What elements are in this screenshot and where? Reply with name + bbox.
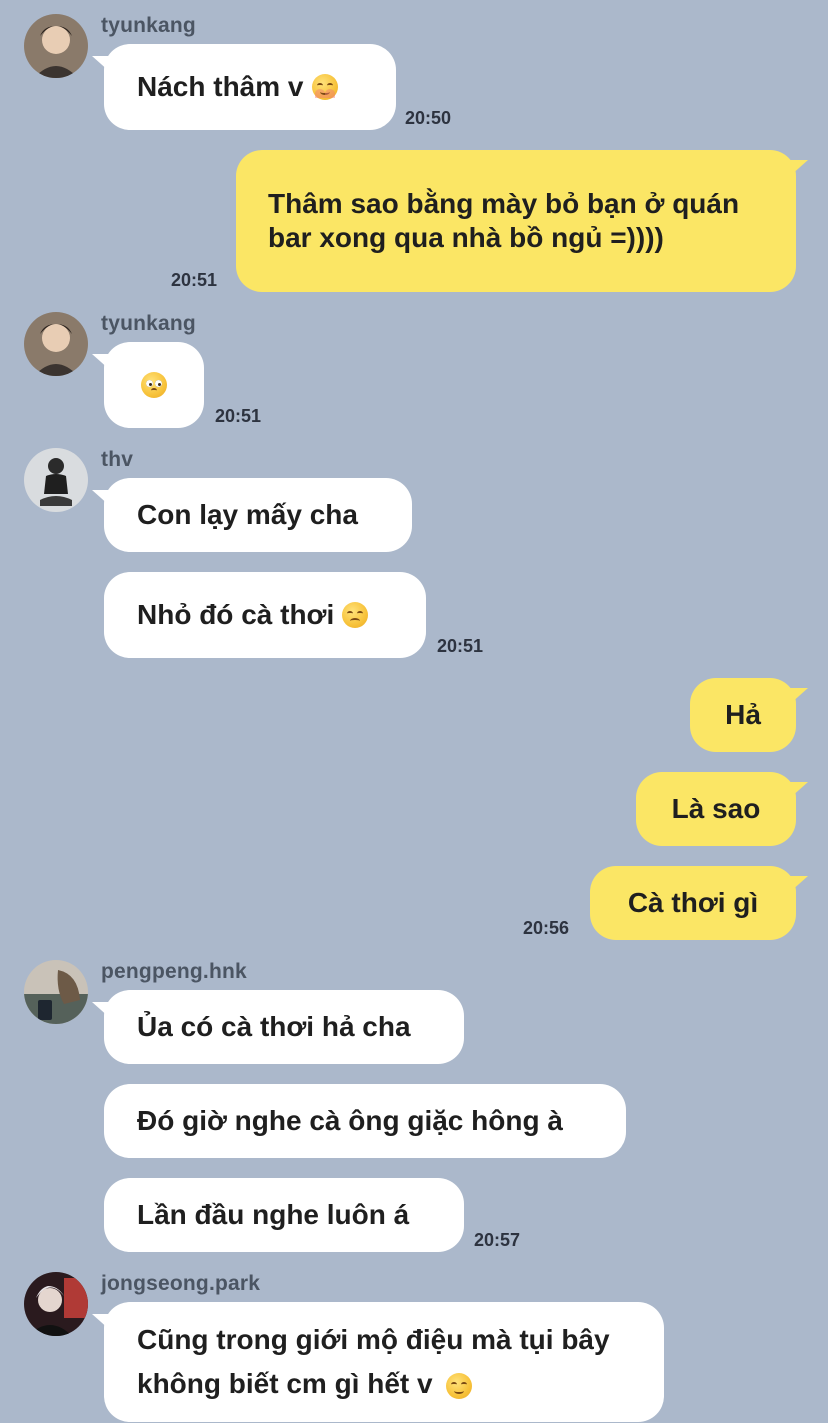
message-bubble[interactable]: Cà thơi gì bbox=[590, 866, 796, 940]
message-text: Cũng trong giới mộ điệu mà tụi bây không… bbox=[137, 1318, 617, 1406]
message-text: Nách thâm v bbox=[137, 71, 304, 102]
message-bubble[interactable]: Thâm sao bằng mày bỏ bạn ở quán bar xong… bbox=[236, 150, 796, 292]
message-time: 20:51 bbox=[437, 636, 484, 656]
sender-name: pengpeng.hnk bbox=[101, 960, 247, 983]
message-text-content: Cũng trong giới mộ điệu mà tụi bây không… bbox=[137, 1324, 610, 1399]
message-bubble[interactable]: Là sao bbox=[636, 772, 796, 846]
bubble-tail bbox=[790, 876, 808, 892]
tyunkang-avatar[interactable] bbox=[24, 312, 88, 376]
message-text: Đó giờ nghe cà ông giặc hông à bbox=[137, 1105, 563, 1136]
message-bubble[interactable] bbox=[104, 342, 204, 428]
message-text: Ủa có cà thơi hả cha bbox=[137, 1011, 411, 1042]
message-time: 20:51 bbox=[215, 406, 262, 426]
message-text: Con lạy mấy cha bbox=[137, 499, 358, 530]
message-text: Cà thơi gì bbox=[627, 887, 759, 918]
message-text: Là sao bbox=[671, 793, 761, 824]
message-time: 20:57 bbox=[474, 1230, 521, 1250]
chat-thread: tyunkang Nách thâm v 20:50 Thâm sao bằng… bbox=[0, 0, 828, 1423]
message-bubble[interactable]: Ủa có cà thơi hả cha bbox=[104, 990, 464, 1064]
message-time: 20:56 bbox=[523, 918, 570, 938]
bubble-tail bbox=[790, 782, 808, 798]
smiling-face-emoji bbox=[311, 74, 338, 100]
message-bubble[interactable]: Lần đầu nghe luôn á bbox=[104, 1178, 464, 1252]
pengpeng-avatar[interactable] bbox=[24, 960, 88, 1024]
jongseong-avatar[interactable] bbox=[24, 1272, 88, 1336]
sender-name: jongseong.park bbox=[101, 1272, 261, 1295]
bubble-tail bbox=[790, 688, 808, 704]
tyunkang-avatar[interactable] bbox=[24, 14, 88, 78]
message-time: 20:51 bbox=[171, 270, 218, 290]
message-bubble[interactable]: Con lạy mấy cha bbox=[104, 478, 412, 552]
pleading-face-emoji bbox=[141, 372, 167, 398]
message-text: Lần đầu nghe luôn á bbox=[137, 1199, 410, 1230]
sender-name: tyunkang bbox=[101, 312, 196, 335]
message-time: 20:50 bbox=[405, 108, 452, 128]
disappointed-face-emoji bbox=[342, 602, 369, 628]
message-bubble[interactable]: Nách thâm v bbox=[104, 44, 396, 130]
message-text: Hả bbox=[725, 699, 761, 730]
sender-name: tyunkang bbox=[101, 14, 196, 37]
sender-name: thv bbox=[101, 448, 134, 471]
thv-avatar[interactable] bbox=[24, 448, 88, 512]
message-bubble[interactable]: Cũng trong giới mộ điệu mà tụi bây không… bbox=[104, 1302, 664, 1422]
message-text: Nhỏ đó cà thơi bbox=[137, 599, 335, 630]
unamused-face-emoji bbox=[446, 1372, 473, 1399]
bubble-tail bbox=[790, 160, 808, 176]
message-bubble[interactable]: Đó giờ nghe cà ông giặc hông à bbox=[104, 1084, 626, 1158]
message-bubble[interactable]: Hả bbox=[690, 678, 796, 752]
message-bubble[interactable]: Nhỏ đó cà thơi bbox=[104, 572, 426, 658]
message-text: Thâm sao bằng mày bỏ bạn ở quán bar xong… bbox=[268, 188, 740, 253]
